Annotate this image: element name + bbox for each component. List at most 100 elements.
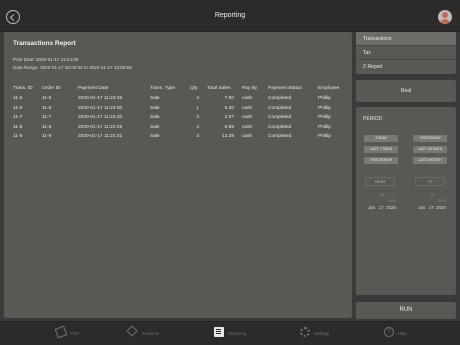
payment-date: 2020-01-17 11:24:25: [78, 124, 123, 130]
inventory-icon: [126, 325, 138, 337]
picker-day: 17: [428, 205, 434, 210]
column-header: Trans. ID: [13, 85, 33, 91]
tab-help-label: Help: [398, 331, 407, 336]
column-header: Qty: [190, 85, 198, 91]
column-header: Payment Status: [268, 85, 302, 91]
from-date-picker[interactable]: 16 2019 Jan 17 2020: [361, 193, 403, 223]
pay-by: cash: [242, 105, 253, 111]
trans-id: 11-9: [13, 134, 23, 140]
tab-bar: POS Inventory Reporting Settings ? Help: [0, 321, 460, 345]
tab-reporting[interactable]: Reporting: [214, 326, 264, 342]
payment-status: Completed: [268, 96, 292, 102]
from-field[interactable]: FROM: [365, 177, 395, 186]
qty: 3: [196, 134, 199, 140]
employee: Phillip: [318, 115, 331, 121]
picker-day: 17: [378, 205, 384, 210]
pos-icon: [54, 325, 68, 339]
payment-status: Completed: [268, 134, 292, 140]
menu-item-z-report[interactable]: Z Report: [356, 60, 456, 74]
top-bar: Reporting: [0, 0, 460, 32]
this-month-button[interactable]: THIS MONTH: [364, 157, 398, 164]
order-id: 11-6: [42, 105, 52, 111]
column-header: Total Sales: [207, 85, 231, 91]
period-panel: PERIOD TODAY YESTERDAY LAST 7 DAYS LAST …: [356, 107, 456, 295]
last-7-days-button[interactable]: LAST 7 DAYS: [364, 146, 398, 153]
picker-above-year: 2019: [438, 199, 446, 203]
trans-id: 11-5: [13, 96, 23, 102]
picker-above-day: 16: [380, 193, 384, 197]
to-field[interactable]: TO: [415, 177, 445, 186]
picker-selected-date: Jan 17 2020: [361, 205, 403, 210]
picker-month: Jan: [418, 205, 426, 210]
table-row: 11-5 11-5 2020-01-17 11:23:45 Sale 4 7.8…: [13, 94, 350, 104]
picker-month: Jan: [368, 205, 376, 210]
print-date: Print Date: 2020-01-17 11:24:36: [13, 57, 79, 62]
total-sales: 12.38: [221, 134, 234, 140]
total-sales: 7.80: [224, 96, 234, 102]
trans-type: Sale: [150, 124, 160, 130]
real-button[interactable]: Real: [356, 80, 456, 102]
tab-reporting-label: Reporting: [228, 331, 247, 336]
tab-help[interactable]: ? Help: [384, 326, 424, 342]
trans-type: Sale: [150, 105, 160, 111]
payment-date: 2020-01-17 11:24:31: [78, 134, 123, 140]
menu-item-transactions[interactable]: Transactions: [356, 32, 456, 46]
qty: 4: [196, 96, 199, 102]
payment-status: Completed: [268, 105, 292, 111]
trans-type: Sale: [150, 134, 160, 140]
page-title: Reporting: [214, 12, 246, 19]
trans-id: 11-8: [13, 124, 23, 130]
qty: 3: [196, 115, 199, 121]
avatar[interactable]: [438, 10, 452, 24]
tab-pos-label: POS: [70, 331, 79, 336]
to-date-picker[interactable]: 16 2019 Jan 17 2020: [411, 193, 453, 223]
table-row: 11-6 11-6 2020-01-17 11:24:00 Sale 1 5.3…: [13, 104, 350, 114]
transactions-table: Trans. ID Order ID Payment Date Trans. T…: [13, 82, 350, 142]
trans-id: 11-7: [13, 115, 23, 121]
column-header: Payment Date: [78, 85, 109, 91]
order-id: 11-5: [42, 96, 52, 102]
yesterday-button[interactable]: YESTERDAY: [413, 135, 447, 142]
picker-above-day: 16: [430, 193, 434, 197]
payment-date: 2020-01-17 11:23:45: [78, 96, 123, 102]
trans-type: Sale: [150, 115, 160, 121]
total-sales: 2.97: [224, 115, 234, 121]
run-button[interactable]: RUN: [356, 302, 456, 319]
today-button[interactable]: TODAY: [364, 135, 398, 142]
picker-year: 2020: [436, 205, 446, 210]
column-header: Order ID: [42, 85, 61, 91]
table-row: 11-8 11-8 2020-01-17 11:24:25 Sale 4 5.9…: [13, 123, 350, 133]
transactions-report-panel: Transactions Report Print Date: 2020-01-…: [4, 32, 352, 318]
trans-id: 11-6: [13, 105, 23, 111]
last-month-button[interactable]: LAST MONTH: [413, 157, 447, 164]
column-header: Employee: [318, 85, 340, 91]
payment-status: Completed: [268, 124, 292, 130]
reporting-icon: [214, 327, 224, 337]
order-id: 11-9: [42, 134, 52, 140]
report-type-menu: Transactions Tax Z Report: [356, 32, 456, 74]
tab-inventory-label: Inventory: [142, 331, 160, 336]
period-label: PERIOD: [363, 116, 383, 122]
last-30-days-button[interactable]: LAST 30 DAYS: [413, 146, 447, 153]
column-header: Pay By: [242, 85, 258, 91]
order-id: 11-7: [42, 115, 52, 121]
report-title: Transactions Report: [13, 40, 76, 47]
order-id: 11-8: [42, 124, 52, 130]
picker-above-year: 2019: [388, 199, 396, 203]
table-row: 11-7 11-7 2020-01-17 11:24:20 Sale 3 2.9…: [13, 113, 350, 123]
tab-pos[interactable]: POS: [54, 325, 96, 342]
table-header-row: Trans. ID Order ID Payment Date Trans. T…: [13, 82, 350, 94]
employee: Phillip: [318, 124, 331, 130]
tab-inventory[interactable]: Inventory: [126, 325, 178, 342]
tab-settings-label: Settings: [314, 331, 330, 336]
settings-icon: [300, 327, 310, 337]
employee: Phillip: [318, 134, 331, 140]
payment-status: Completed: [268, 115, 292, 121]
menu-item-tax[interactable]: Tax: [356, 46, 456, 60]
pay-by: cash: [242, 96, 253, 102]
employee: Phillip: [318, 105, 331, 111]
pay-by: cash: [242, 115, 253, 121]
total-sales: 5.98: [224, 124, 234, 130]
payment-date: 2020-01-17 11:24:20: [78, 115, 123, 121]
tab-settings[interactable]: Settings: [300, 326, 350, 342]
